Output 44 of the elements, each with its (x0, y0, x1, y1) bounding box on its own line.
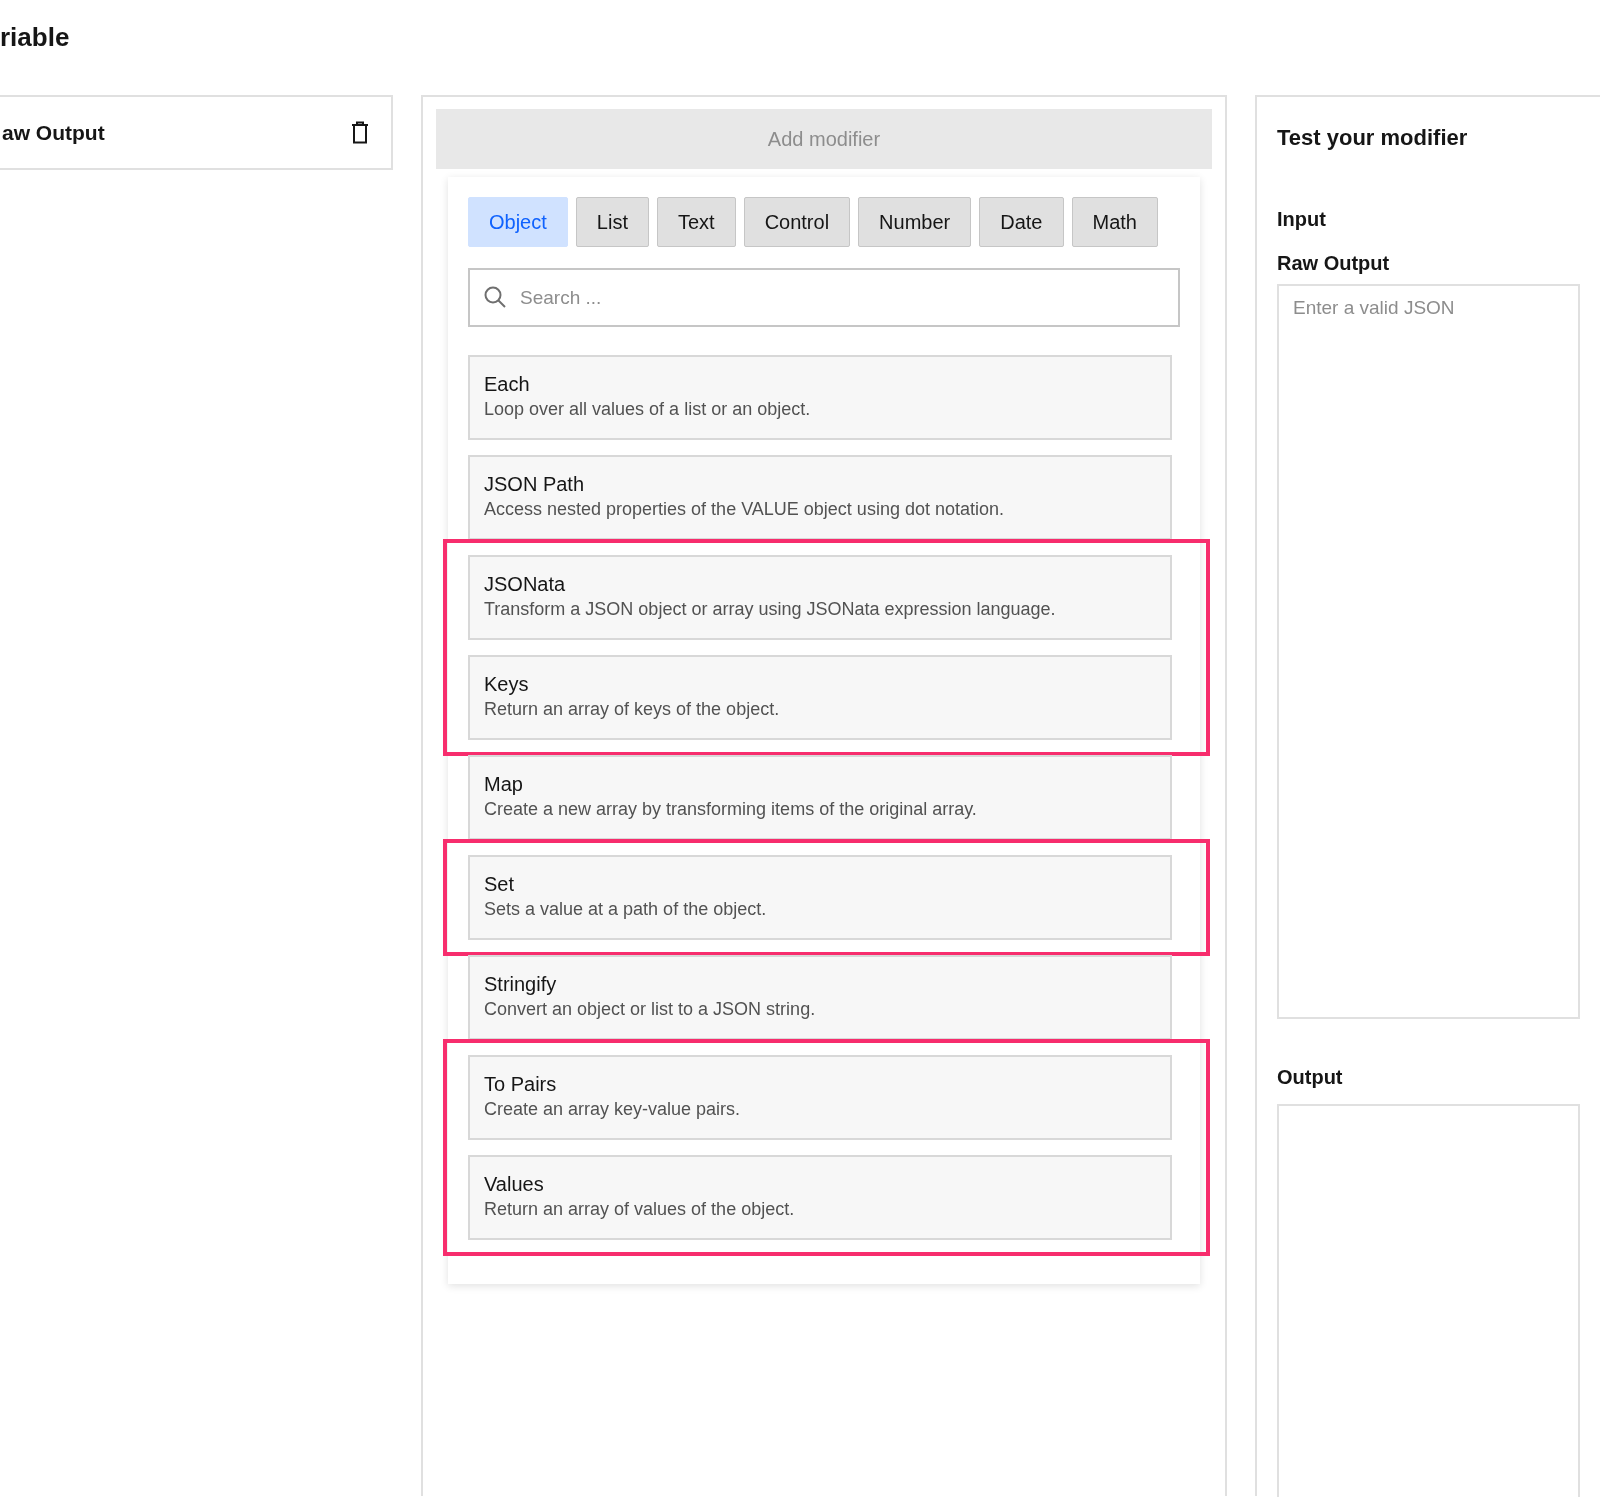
modifier-item[interactable]: Map Create a new array by transforming items of the original array. (468, 755, 1172, 841)
modifier-item[interactable]: Each Loop over all values of a list or an object. (468, 355, 1172, 441)
modifier-name: Stringify (484, 972, 558, 998)
category-tab[interactable]: Text (656, 197, 736, 248)
category-tab[interactable]: Math (1071, 197, 1158, 248)
modifier-description: Loop over all values of a list or an object. (484, 398, 812, 422)
modifier-description: Sets a value at a path of the object. (484, 898, 768, 922)
modifier-description: Convert an object or list to a JSON string. (484, 998, 817, 1022)
modifier-item[interactable]: JSONata Transform a JSON object or array using JSONata expression language. (468, 555, 1172, 641)
search-field[interactable]: Search ... (468, 268, 1180, 328)
variable-title: aw Output (2, 119, 105, 146)
modifier-name: JSON Path (484, 472, 586, 498)
modifier-item[interactable]: Keys Return an array of keys of the object. (468, 655, 1172, 741)
modifier-description: Transform a JSON object or array using JSONata expression language. (484, 598, 1057, 622)
category-tab[interactable]: Object (468, 197, 568, 248)
output-label: Output (1277, 1065, 1344, 1091)
category-tab[interactable]: Date (979, 197, 1064, 248)
search-icon (484, 286, 506, 309)
modifier-description: Return an array of keys of the object. (484, 698, 781, 722)
modifier-name: Each (484, 372, 531, 398)
raw-output-label: Raw Output (1277, 251, 1391, 277)
panel-title: Test your modifier (1277, 124, 1469, 153)
modifier-description: Create an array key-value pairs. (484, 1098, 742, 1122)
category-tab[interactable]: Control (743, 197, 851, 248)
trash-icon[interactable] (351, 121, 369, 145)
modifier-name: Set (484, 872, 516, 898)
modifier-description: Create a new array by transforming items of the original array. (484, 798, 978, 822)
category-tab[interactable]: Number (858, 197, 972, 248)
modifier-item[interactable]: Stringify Convert an object or list to a JSON string. (468, 955, 1172, 1041)
page-title: riable (0, 22, 71, 54)
json-input-field[interactable]: Enter a valid JSON (1277, 284, 1580, 1020)
modifier-item[interactable]: JSON Path Access nested properties of the VALUE object using dot notation. (468, 455, 1172, 541)
modifier-name: Values (484, 1172, 545, 1198)
modifier-name: To Pairs (484, 1072, 558, 1098)
modifier-name: Map (484, 772, 524, 798)
modifier-description: Access nested properties of the VALUE object using dot notation. (484, 498, 1005, 522)
input-label: Input (1277, 207, 1327, 233)
modifier-description: Return an array of values of the object. (484, 1198, 796, 1222)
modifier-item[interactable]: To Pairs Create an array key-value pairs. (468, 1055, 1172, 1141)
modifier-name: JSONata (484, 572, 567, 598)
category-tab[interactable]: List (575, 197, 649, 248)
modifier-item[interactable]: Values Return an array of values of the object. (468, 1155, 1172, 1241)
modifier-item[interactable]: Set Sets a value at a path of the object. (468, 855, 1172, 941)
modifier-name: Keys (484, 672, 530, 698)
